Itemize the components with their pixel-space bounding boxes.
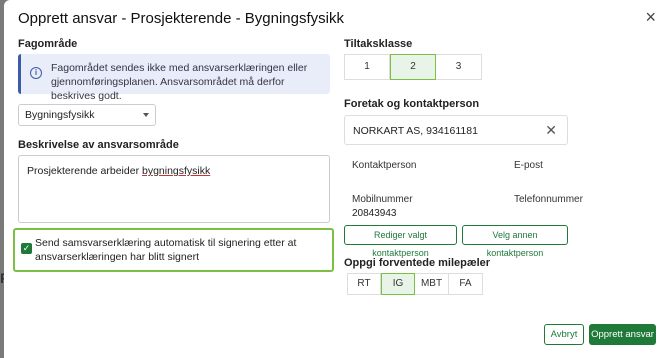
- edit-contact-button[interactable]: Rediger valgt kontaktperson: [344, 225, 457, 258]
- fagomrade-info-alert: i Fagområdet sendes ikke med ansvarserkl…: [18, 54, 330, 102]
- milepael-option-mbt[interactable]: MBT: [415, 273, 449, 295]
- create-responsibility-button[interactable]: Opprett ansvar: [589, 324, 656, 345]
- milepael-option-ig[interactable]: IG: [381, 273, 415, 295]
- auto-sign-label-line1: Send samsvarserklæring automatisk til si…: [35, 237, 297, 249]
- beskrivelse-label: Beskrivelse av ansvarsområde: [18, 139, 179, 151]
- cancel-button[interactable]: Avbryt: [544, 324, 584, 345]
- milepael-option-fa[interactable]: FA: [449, 273, 483, 295]
- tiltaksklasse-segmented: 1 2 3: [344, 54, 482, 80]
- auto-sign-checkbox-row[interactable]: ✓ Send samsvarserklæring automatisk til …: [13, 228, 334, 272]
- milepaeler-label: Oppgi forventede milepæler: [344, 257, 491, 269]
- milepaeler-segmented: RT IG MBT FA: [347, 273, 483, 295]
- fagomrade-label: Fagområde: [18, 38, 78, 50]
- epost-label: E-post: [514, 160, 543, 171]
- kontaktperson-label: Kontaktperson: [352, 160, 417, 171]
- fagomrade-select[interactable]: Bygningsfysikk: [18, 104, 156, 126]
- auto-sign-label-line2: ansvarserklæringen har blitt signert: [35, 251, 199, 263]
- close-icon[interactable]: ✕: [545, 122, 557, 139]
- beskrivelse-text: Prosjekterende arbeider: [27, 165, 142, 177]
- fagomrade-selected-value: Bygningsfysikk: [25, 109, 95, 121]
- info-icon: i: [30, 67, 42, 79]
- beskrivelse-textarea[interactable]: Prosjekterende arbeider bygningsfysikk: [18, 155, 330, 223]
- beskrivelse-spellcheck-word: bygningsfysikk: [141, 165, 211, 177]
- dialog-title: Opprett ansvar - Prosjekterende - Bygnin…: [18, 10, 344, 27]
- tiltaksklasse-option-2[interactable]: 2: [390, 54, 436, 80]
- foretak-label: Foretak og kontaktperson: [344, 98, 480, 110]
- tiltaksklasse-option-1[interactable]: 1: [344, 54, 390, 80]
- tiltaksklasse-option-3[interactable]: 3: [436, 54, 482, 80]
- close-icon[interactable]: ×: [645, 8, 656, 26]
- choose-other-contact-button[interactable]: Velg annen kontaktperson: [462, 225, 568, 258]
- foretak-input[interactable]: NORKART AS, 934161181 ✕: [344, 115, 568, 145]
- info-text-line1: Fagområdet sendes ikke med ansvarserklær…: [51, 62, 308, 74]
- create-responsibility-dialog: Opprett ansvar - Prosjekterende - Bygnin…: [4, 0, 670, 358]
- telefonnummer-label: Telefonnummer: [514, 194, 583, 205]
- mobilnummer-label: Mobilnummer: [352, 194, 413, 205]
- milepael-option-rt[interactable]: RT: [347, 273, 381, 295]
- info-text-line2: gjennomføringsplanen. Ansvarsområdet må …: [51, 76, 285, 102]
- tiltaksklasse-label: Tiltaksklasse: [344, 38, 413, 50]
- foretak-value: NORKART AS, 934161181: [353, 125, 478, 137]
- chevron-down-icon: [143, 113, 149, 117]
- checkmark-icon[interactable]: ✓: [21, 243, 32, 254]
- mobilnummer-value: 20843943: [352, 208, 397, 219]
